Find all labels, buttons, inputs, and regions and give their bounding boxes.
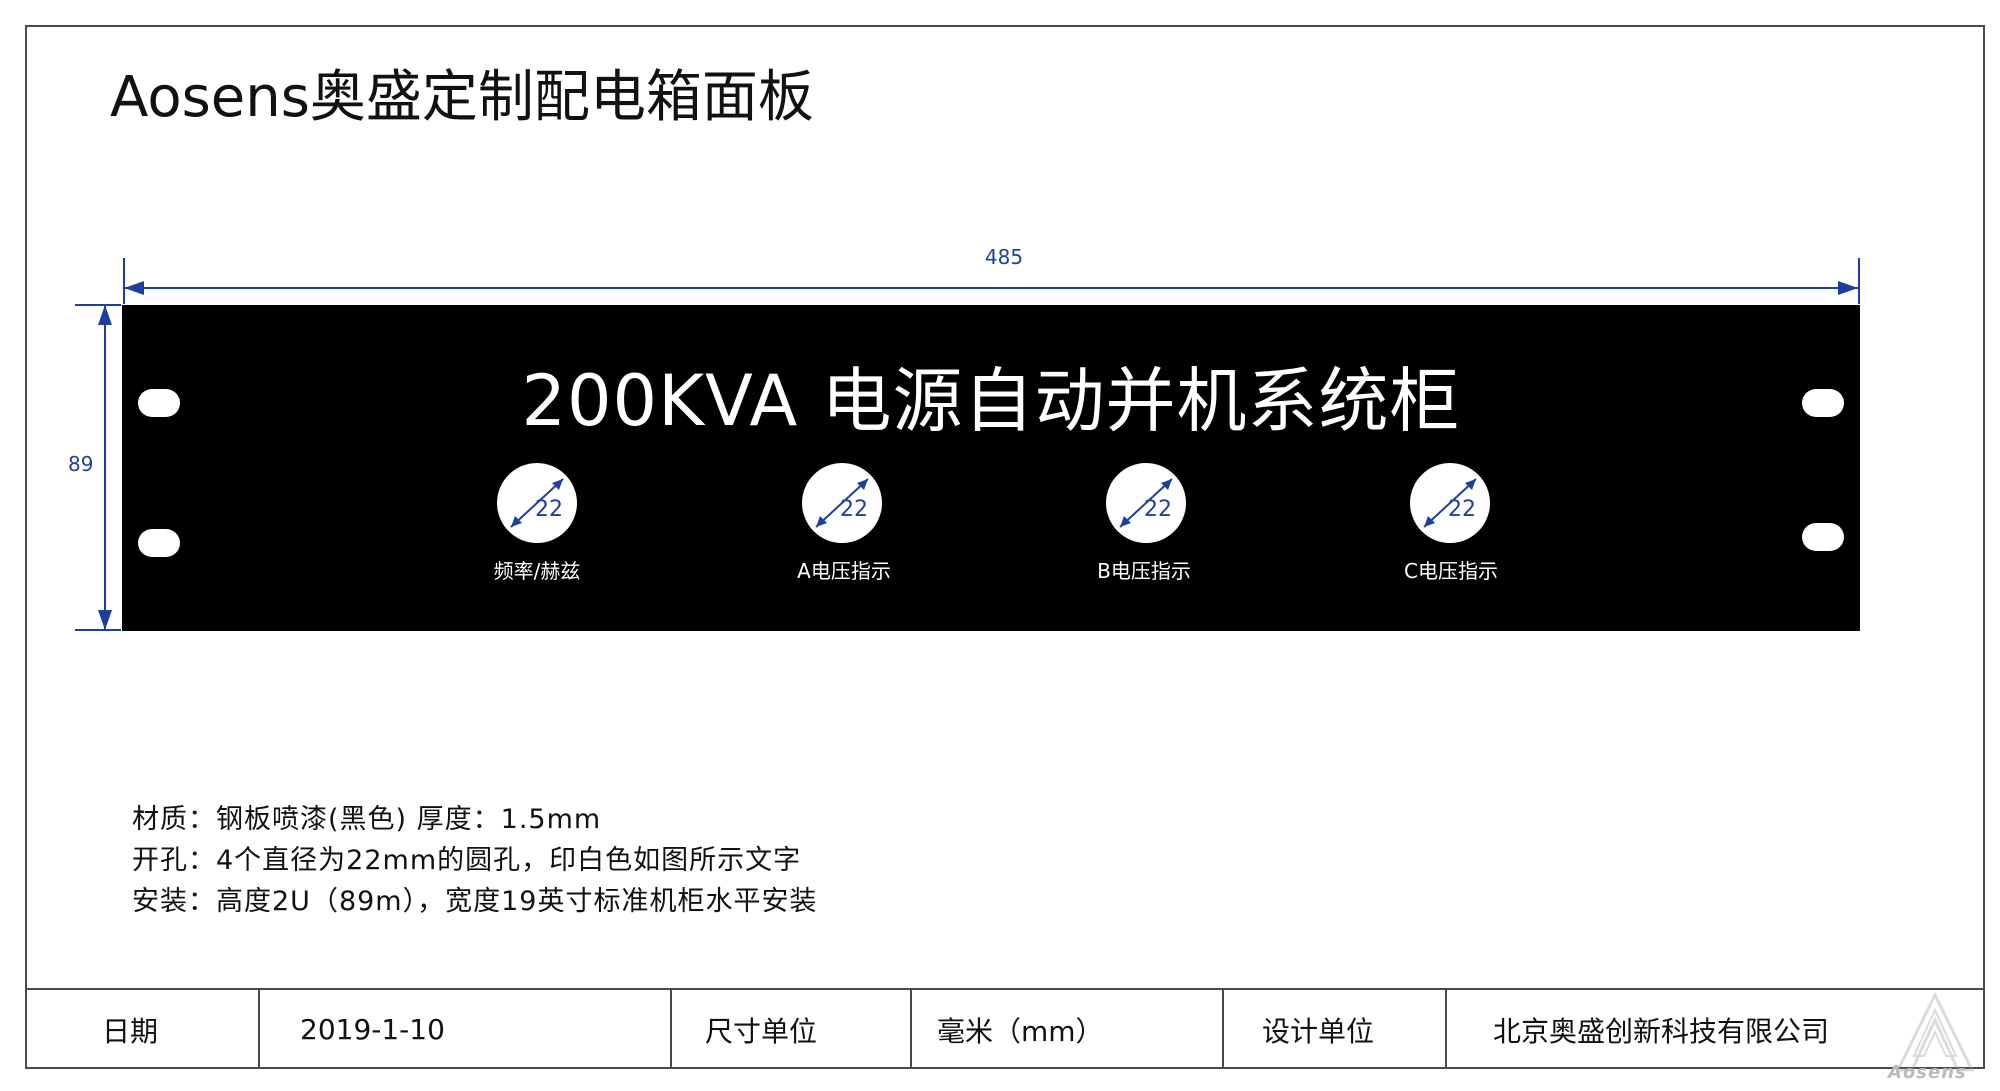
dimension-line: [104, 305, 106, 630]
date-value: 2019-1-10: [300, 1013, 445, 1046]
panel: 200KVA 电源自动并机系统柜 22 频率/赫兹 22 A电压指示 22 B电…: [122, 305, 1860, 631]
mounting-slot: [1802, 523, 1844, 551]
mounting-slot: [138, 389, 180, 417]
divider: [670, 990, 672, 1069]
width-dimension-label: 485: [984, 245, 1024, 269]
hole-diameter: 22: [840, 497, 868, 522]
mounting-slot: [138, 529, 180, 557]
divider: [910, 990, 912, 1069]
hole-label: C电压指示: [1404, 559, 1498, 583]
hole-label: 频率/赫兹: [493, 559, 581, 583]
divider: [258, 990, 260, 1069]
logo-text: Aosens: [1888, 1062, 1967, 1083]
hole-label: B电压指示: [1097, 559, 1191, 583]
hole-diameter: 22: [535, 497, 563, 522]
designer-value: 北京奥盛创新科技有限公司: [1493, 1014, 1830, 1048]
indicator-hole: 22: [1410, 463, 1490, 543]
unit-label: 尺寸单位: [705, 1014, 818, 1048]
arrow-right-icon: [1838, 281, 1858, 295]
arrow-up-icon: [98, 305, 112, 325]
designer-label: 设计单位: [1262, 1014, 1375, 1048]
indicator-hole: 22: [497, 463, 577, 543]
mounting-slot: [1802, 389, 1844, 417]
note-material: 材质：钢板喷漆(黑色) 厚度：1.5mm: [132, 804, 602, 835]
indicator-hole: 22: [802, 463, 882, 543]
unit-value: 毫米（mm）: [937, 1014, 1104, 1048]
arrow-down-icon: [98, 610, 112, 630]
title-block: 日期 2019-1-10 尺寸单位 毫米（mm） 设计单位 北京奥盛创新科技有限…: [25, 988, 1985, 1069]
hole-diameter: 22: [1144, 497, 1172, 522]
dimension-tick: [1858, 258, 1860, 304]
divider: [1222, 990, 1224, 1069]
height-dimension-label: 89: [68, 452, 94, 476]
hole-diameter: 22: [1448, 497, 1476, 522]
arrow-left-icon: [124, 281, 144, 295]
hole-label: A电压指示: [797, 559, 891, 583]
divider: [1445, 990, 1447, 1069]
dimension-line: [124, 287, 1859, 289]
panel-title: 200KVA 电源自动并机系统柜: [521, 360, 1461, 442]
drawing-title: Aosens奥盛定制配电箱面板: [110, 65, 814, 130]
indicator-hole: 22: [1106, 463, 1186, 543]
note-installation: 安装：高度2U（89m），宽度19英寸标准机柜水平安装: [132, 886, 818, 917]
note-holes: 开孔：4个直径为22mm的圆孔，印白色如图所示文字: [132, 845, 802, 876]
date-label: 日期: [102, 1014, 159, 1048]
